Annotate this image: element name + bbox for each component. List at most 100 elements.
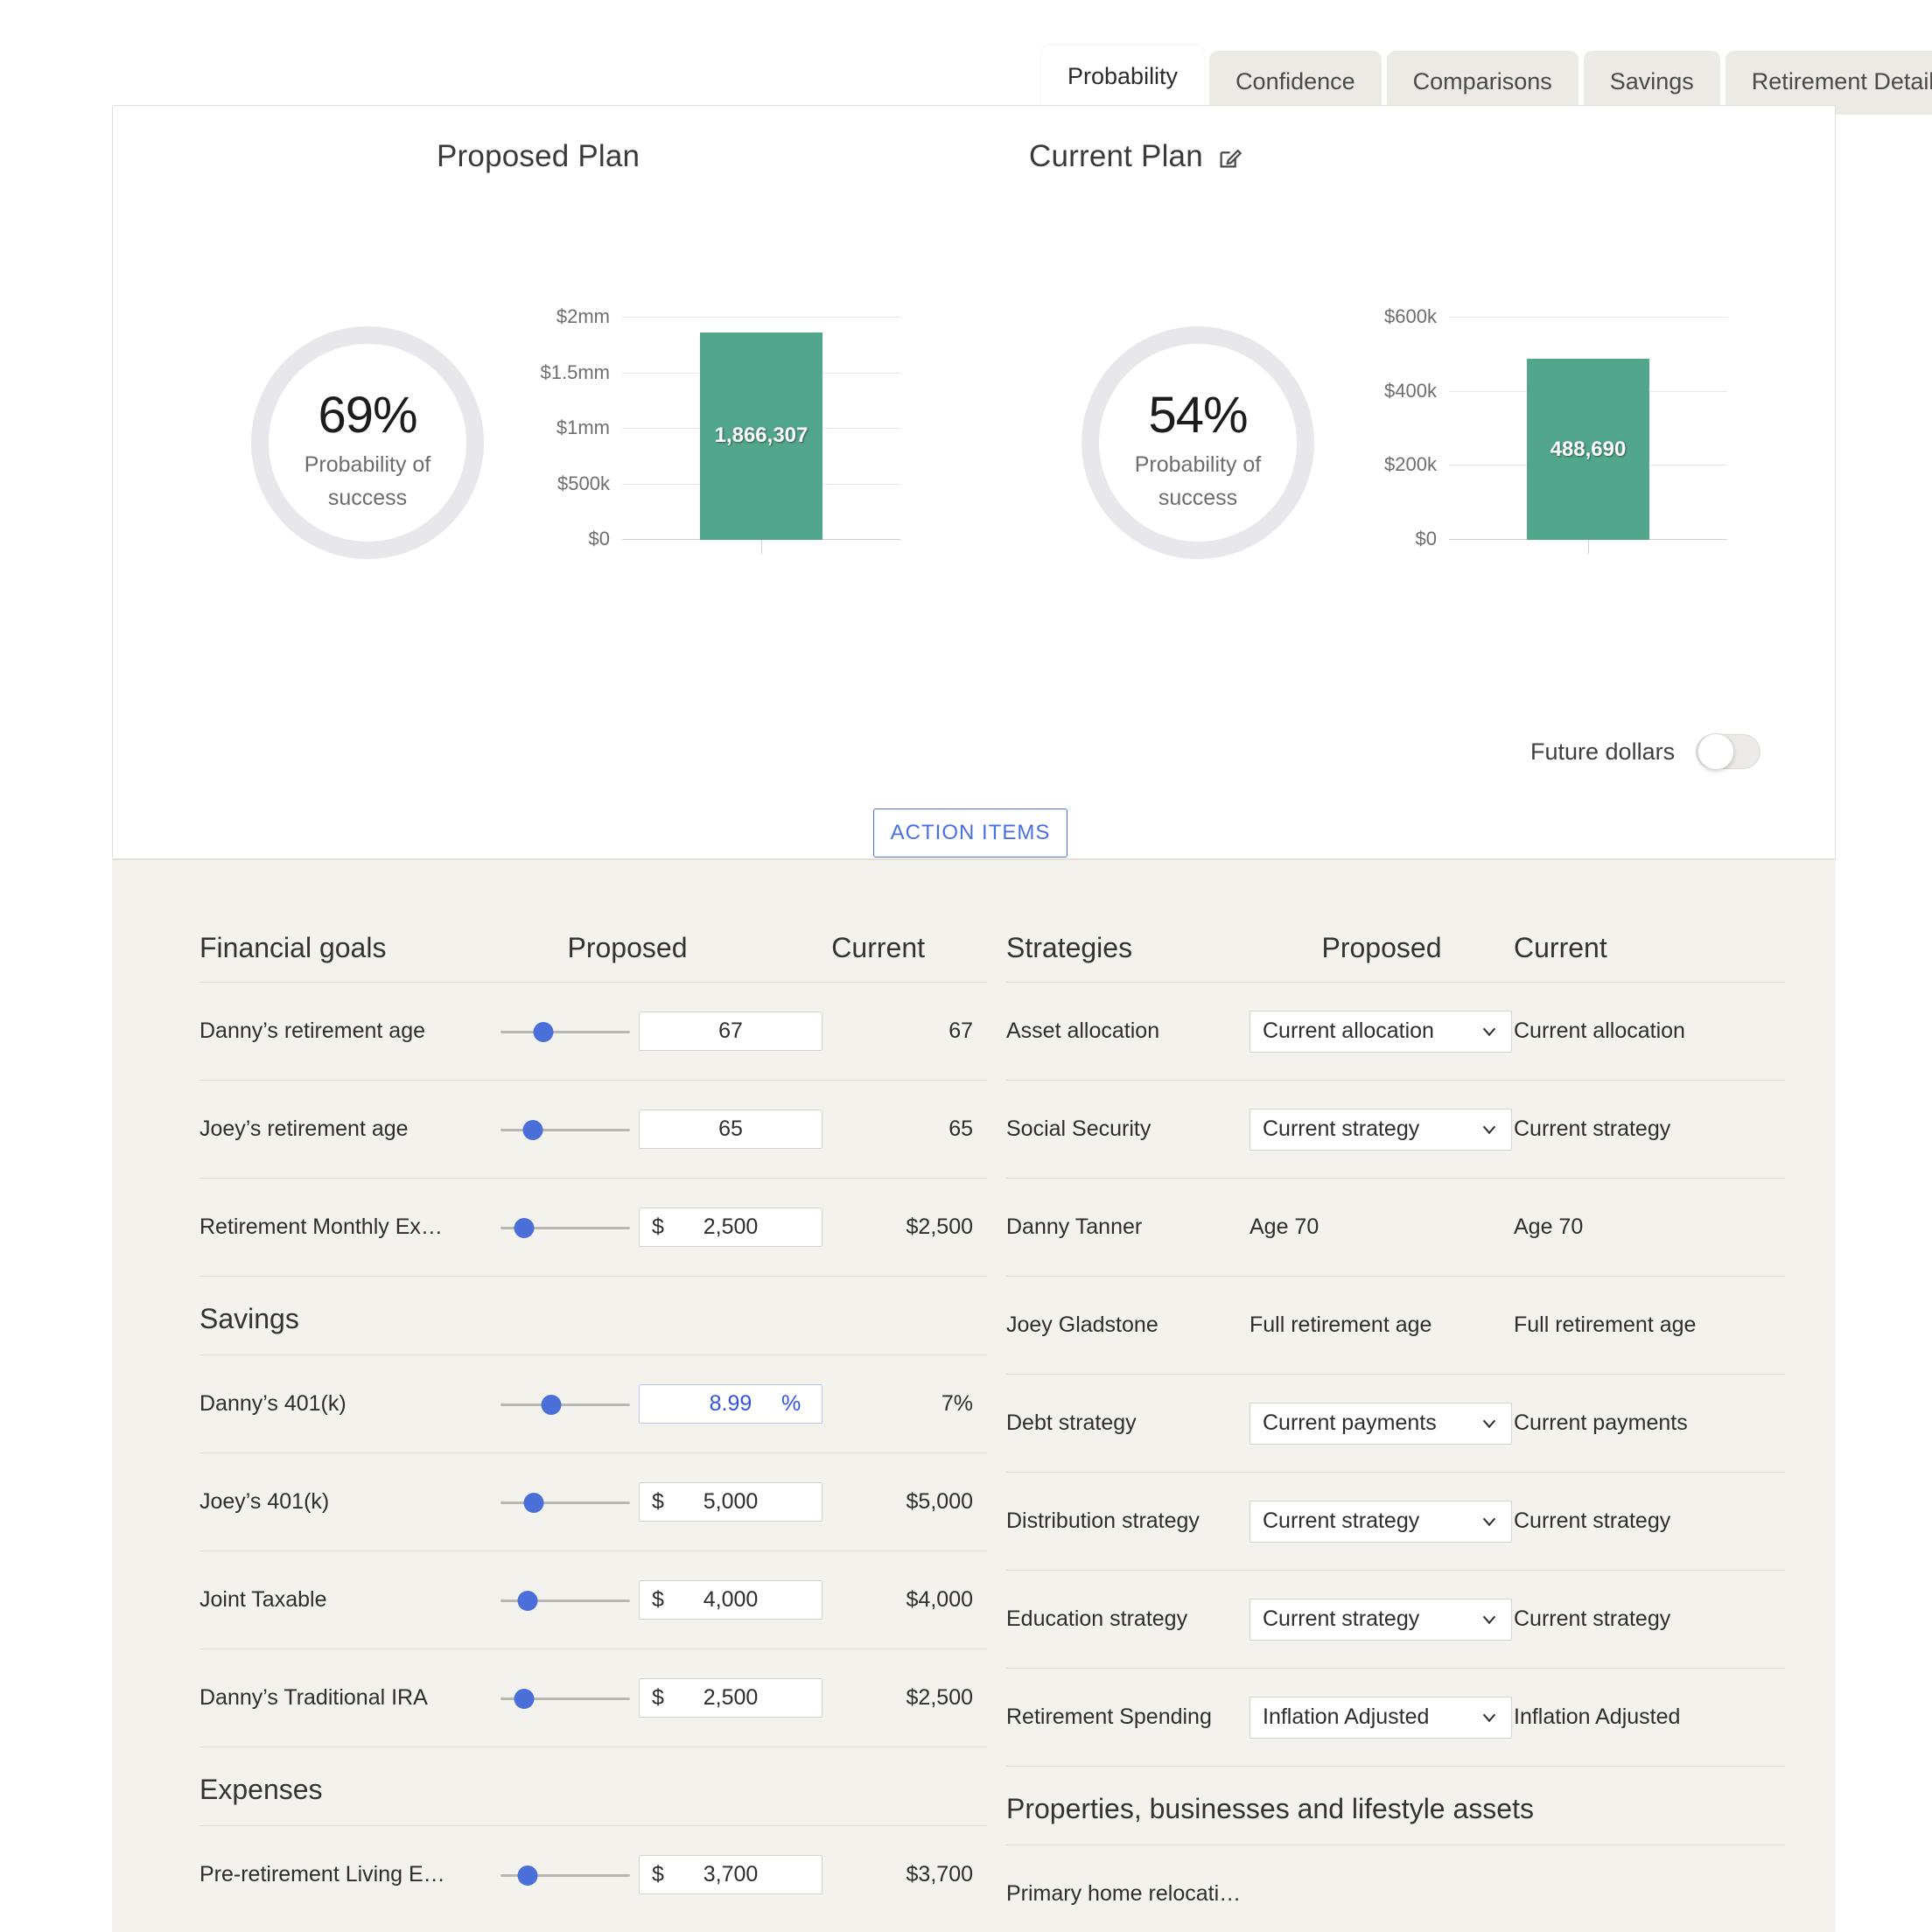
- current-value: Current strategy: [1514, 1116, 1671, 1141]
- value-input[interactable]: 67: [639, 1012, 822, 1051]
- value-text: 67: [718, 1018, 743, 1043]
- value-slider[interactable]: [500, 1019, 630, 1044]
- edit-icon[interactable]: [1217, 143, 1245, 171]
- value-text: 3,700: [703, 1862, 759, 1886]
- current-plan-title-text: Current Plan: [1029, 139, 1203, 173]
- plan-input-row: Pre-retirement Living E… $3,700 $3,700: [200, 1825, 987, 1923]
- slider-thumb[interactable]: [517, 1590, 538, 1611]
- value-slider[interactable]: [500, 1490, 630, 1515]
- strategy-select-value: Current strategy: [1263, 1606, 1420, 1631]
- current-value: $5,000: [906, 1489, 973, 1514]
- value-prefix: $: [652, 1587, 664, 1612]
- input-cell: $5,000: [632, 1482, 822, 1522]
- savings-rows: Danny’s 401(k) 8.99% 7% Joey’s 401(k) $5,000…: [200, 1354, 987, 1746]
- slider-thumb[interactable]: [514, 1688, 535, 1709]
- slider-thumb[interactable]: [517, 1865, 538, 1886]
- value-input[interactable]: 8.99%: [639, 1384, 822, 1424]
- strategy-row: Education strategy Current strategy Curren…: [1006, 1570, 1785, 1668]
- row-label: Joey’s retirement age: [200, 1116, 409, 1141]
- row-label: Primary home relocations: [1006, 1881, 1250, 1906]
- value-prefix: $: [652, 1214, 664, 1239]
- row-label: Debt strategy: [1006, 1410, 1137, 1435]
- value-slider[interactable]: [500, 1117, 630, 1142]
- value-input[interactable]: $3,700: [639, 1855, 822, 1894]
- probability-value-proposed: 69%: [318, 387, 417, 444]
- chart-xtick: [761, 540, 762, 554]
- strategy-select[interactable]: Current strategy: [1250, 1598, 1512, 1641]
- chevron-down-icon: [1482, 1517, 1496, 1526]
- plan-input-row: Danny’s Traditional IRA $2,500 $2,500: [200, 1648, 987, 1746]
- row-label: Social Security: [1006, 1116, 1152, 1141]
- slider-thumb[interactable]: [522, 1119, 543, 1140]
- properties-rows: Primary home relocationsPrimary Home Rel…: [1006, 1844, 1785, 1932]
- strategy-select[interactable]: Current payments: [1250, 1402, 1512, 1445]
- slider-cell: [500, 1215, 632, 1240]
- input-cell: 8.99%: [632, 1384, 822, 1424]
- row-label: Danny Tanner: [1006, 1214, 1143, 1239]
- plan-input-row: Retirement Monthly Ex… $2,500 $2,500: [200, 1178, 987, 1276]
- proposed-cell: Current payments: [1250, 1402, 1514, 1445]
- strategy-select[interactable]: Current strategy: [1250, 1108, 1512, 1151]
- chevron-down-icon: [1482, 1125, 1496, 1134]
- chevron-down-icon: [1482, 1713, 1496, 1722]
- chart-ytick-label: $1.5mm: [540, 360, 610, 383]
- value-input[interactable]: $5,000: [639, 1482, 822, 1522]
- strategy-select[interactable]: Current strategy: [1250, 1500, 1512, 1543]
- plan-input-row: Joey’s 401(k) $5,000 $5,000: [200, 1452, 987, 1550]
- chart-plot-area-proposed: $0 $500k $1mm $1.5mm $2mm 1,866,307: [541, 305, 900, 554]
- proposed-cell: Current allocation: [1250, 1010, 1514, 1053]
- current-plan-title: Current Plan: [1029, 139, 1245, 174]
- value-input[interactable]: $2,500: [639, 1208, 822, 1247]
- value-slider[interactable]: [500, 1215, 630, 1240]
- toggle-knob: [1698, 733, 1735, 770]
- chart-bar-value-label: 1,866,307: [714, 424, 808, 448]
- chart-plot-area-current: $0 $200k $400k $600k 488,690: [1384, 305, 1727, 554]
- value-prefix: $: [652, 1862, 664, 1886]
- slider-cell: [500, 1686, 632, 1711]
- current-value: Current payments: [1514, 1410, 1688, 1435]
- slider-thumb[interactable]: [533, 1021, 554, 1042]
- value-slider[interactable]: [500, 1863, 630, 1887]
- row-label: Joint Taxable: [200, 1587, 327, 1612]
- current-value: Full retirement age: [1514, 1312, 1697, 1337]
- action-items-button[interactable]: ACTION ITEMS: [873, 808, 1068, 858]
- future-dollars-row: Future dollars: [1530, 733, 1761, 770]
- value-text: 65: [718, 1116, 743, 1141]
- strategy-select[interactable]: Current allocation: [1250, 1010, 1512, 1053]
- value-input[interactable]: 65: [639, 1110, 822, 1149]
- strategy-row: Joey Gladstone Full retirement age Full re…: [1006, 1276, 1785, 1374]
- strategy-row: Asset allocation Current allocation Curren…: [1006, 982, 1785, 1080]
- row-label: Pre-retirement Living E…: [200, 1862, 445, 1886]
- proposed-plan-title: Proposed Plan: [437, 139, 640, 174]
- properties-section-title: Properties, businesses and lifestyle ass…: [1006, 1766, 1785, 1844]
- strategy-select-value: Current strategy: [1263, 1116, 1420, 1141]
- value-input[interactable]: $4,000: [639, 1580, 822, 1620]
- row-label: Asset allocation: [1006, 1018, 1160, 1043]
- row-label: Danny’s retirement age: [200, 1018, 426, 1043]
- current-value: Age 70: [1514, 1214, 1584, 1239]
- projection-bar-chart-current: $0 $200k $400k $600k 488,690: [1351, 305, 1727, 564]
- row-label: Danny’s Traditional IRA: [200, 1685, 428, 1710]
- future-dollars-toggle[interactable]: [1696, 733, 1761, 770]
- value-slider[interactable]: [500, 1588, 630, 1613]
- financial-goals-header: Financial goals Proposed Current: [200, 932, 987, 982]
- slider-thumb[interactable]: [514, 1217, 535, 1238]
- slider-thumb[interactable]: [523, 1492, 544, 1513]
- current-value: Current strategy: [1514, 1508, 1671, 1533]
- slider-thumb[interactable]: [541, 1394, 562, 1415]
- proposed-cell: Inflation Adjusted: [1250, 1696, 1514, 1739]
- plan-input-row: Joint Taxable $4,000 $4,000: [200, 1550, 987, 1648]
- chart-gridline: $600k: [1384, 305, 1727, 327]
- chart-ytick-label: $0: [1415, 528, 1437, 550]
- plan-inputs-panel: Financial goals Proposed Current Danny’s…: [112, 859, 1836, 1932]
- probability-donut-proposed: 69% Probability of success: [242, 318, 493, 568]
- slider-track: [500, 1403, 630, 1406]
- strategy-select[interactable]: Inflation Adjusted: [1250, 1696, 1512, 1739]
- proposed-cell: Full retirement age: [1250, 1312, 1432, 1337]
- input-cell: $3,700: [632, 1855, 822, 1894]
- value-slider[interactable]: [500, 1392, 630, 1417]
- slider-track: [500, 1030, 630, 1033]
- value-slider[interactable]: [500, 1686, 630, 1711]
- input-cell: $4,000: [632, 1580, 822, 1620]
- value-input[interactable]: $2,500: [639, 1678, 822, 1718]
